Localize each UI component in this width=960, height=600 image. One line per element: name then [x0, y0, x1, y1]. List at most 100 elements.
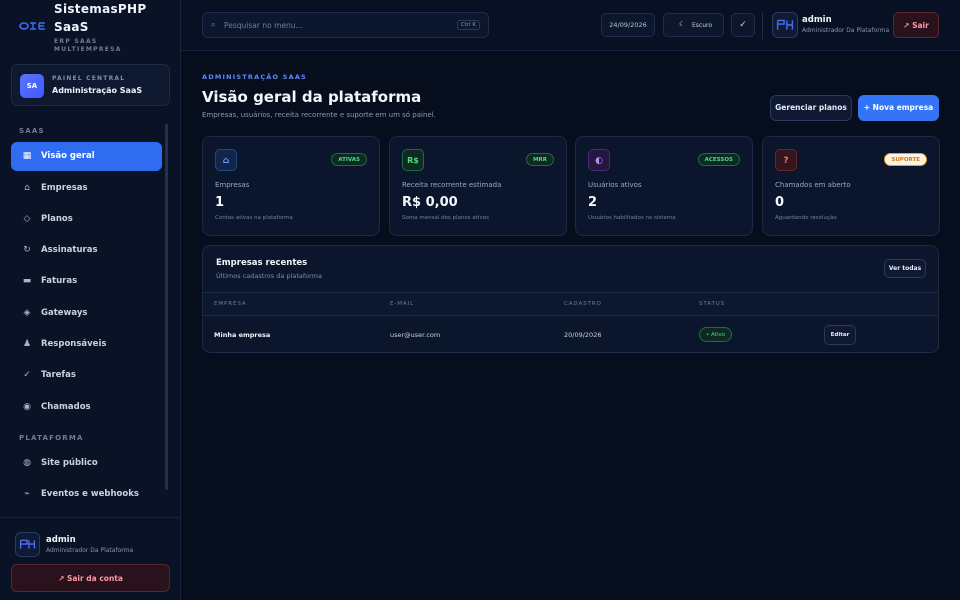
table-header: EMPRESA E-MAIL CADASTRO STATUS	[203, 292, 938, 316]
check-button[interactable]: ✓	[731, 13, 755, 37]
search-shortcut: Ctrl K	[456, 20, 480, 30]
nav-section-saas: SAAS	[19, 127, 45, 135]
manage-plans-button[interactable]: Gerenciar planos	[770, 95, 852, 121]
sidebar: SistemasPHP SaaS ERP SAAS MULTIEMPRESA S…	[0, 0, 181, 600]
sidebar-item-eventos-webhooks[interactable]: ⌁ Eventos e webhooks	[11, 480, 162, 509]
theme-toggle[interactable]: ☾ Escuro	[663, 13, 724, 37]
sidebar-user-name: admin	[46, 535, 76, 545]
sidebar-item-label: Gateways	[41, 308, 88, 318]
stat-label: Receita recorrente estimada	[402, 181, 502, 189]
search-icon: ⌕	[211, 20, 216, 29]
user-icon: ♟	[22, 339, 32, 349]
sidebar-nav: SAAS ▦ Visão geral ⌂ Empresas ◇ Planos ↻…	[0, 112, 181, 517]
company-name: Minha empresa	[214, 331, 271, 339]
status-badge: ATIVAS	[331, 153, 367, 166]
search-input[interactable]: ⌕ Pesquisar no menu... Ctrl K	[202, 12, 489, 38]
user-name: admin	[802, 15, 832, 25]
sidebar-item-label: Visão geral	[41, 151, 95, 161]
brand-title: SistemasPHP SaaS	[54, 2, 147, 34]
sidebar-item-label: Planos	[41, 214, 73, 224]
sidebar-item-label: Tarefas	[41, 370, 76, 380]
user-role: Administrador Da Plataforma	[802, 27, 890, 34]
logout-button-label: ↗ Sair da conta	[58, 574, 123, 583]
stat-card-mrr: R$ MRR Receita recorrente estimada R$ 0,…	[389, 136, 567, 236]
stat-value: 1	[215, 195, 225, 210]
sidebar-item-assinaturas[interactable]: ↻ Assinaturas	[11, 236, 162, 265]
avatar	[15, 532, 40, 557]
divider	[762, 12, 763, 39]
column-header[interactable]: CADASTRO	[564, 301, 602, 307]
status-badge: MRR	[526, 153, 554, 166]
sidebar-item-label: Chamados	[41, 402, 91, 412]
sidebar-item-planos[interactable]: ◇ Planos	[11, 205, 162, 234]
sidebar-user-role: Administrador Da Plataforma	[46, 547, 134, 554]
sidebar-item-tarefas[interactable]: ✓ Tarefas	[11, 361, 162, 390]
grid-icon: ▦	[22, 151, 32, 161]
sidebar-item-site-publico[interactable]: ◍ Site público	[11, 449, 162, 478]
globe-icon: ◍	[23, 458, 31, 468]
sidebar-item-faturas[interactable]: ▬ Faturas	[11, 267, 162, 296]
stat-label: Chamados em aberto	[775, 181, 851, 189]
sidebar-item-label: Eventos e webhooks	[41, 489, 139, 499]
status-badge: SUPORTE	[884, 153, 927, 166]
exit-button-label: ↗ Sair	[903, 21, 929, 30]
panel-avatar: SA	[20, 74, 44, 98]
building-icon: ⌂	[215, 149, 237, 171]
stat-hint: Contas ativas na plataforma	[215, 215, 293, 221]
stat-hint: Usuários habilitados no sistema	[588, 215, 676, 221]
view-all-button[interactable]: Ver todas	[884, 259, 926, 278]
stat-value: 0	[775, 195, 785, 210]
brand[interactable]: SistemasPHP SaaS ERP SAAS MULTIEMPRESA	[0, 0, 181, 56]
users-icon: ◐	[588, 149, 610, 171]
nav-section-plataforma: PLATAFORMA	[19, 434, 84, 442]
page-eyebrow: ADMINISTRAÇÃO SAAS	[202, 73, 307, 81]
sidebar-item-gateways[interactable]: ◈ Gateways	[11, 299, 162, 328]
topbar: ⌕ Pesquisar no menu... Ctrl K 24/09/2026…	[181, 0, 960, 51]
stat-label: Usuários ativos	[588, 181, 642, 189]
help-icon: ?	[775, 149, 797, 171]
stat-value: R$ 0,00	[402, 195, 458, 210]
section-subtitle: Últimos cadastros da plataforma	[216, 272, 322, 280]
support-icon: ◉	[23, 402, 31, 412]
stat-hint: Soma mensal dos planos ativos	[402, 215, 489, 221]
gateway-icon: ◈	[23, 308, 31, 318]
new-company-button[interactable]: + Nova empresa	[858, 95, 939, 121]
sidebar-item-chamados[interactable]: ◉ Chamados	[11, 393, 162, 422]
page-title: Visão geral da plataforma	[202, 88, 422, 106]
panel-switcher[interactable]: SA PAINEL CENTRAL Administração SaaS	[11, 64, 170, 106]
sidebar-item-label: Responsáveis	[41, 339, 107, 349]
column-header[interactable]: E-MAIL	[390, 301, 414, 307]
sidebar-scrollbar[interactable]	[165, 124, 168, 490]
exit-button[interactable]: ↗ Sair	[893, 12, 939, 38]
stat-card-empresas: ⌂ ATIVAS Empresas 1 Contas ativas na pla…	[202, 136, 380, 236]
section-title: Empresas recentes	[216, 258, 308, 268]
main-content: ADMINISTRAÇÃO SAAS Visão geral da plataf…	[181, 51, 960, 600]
company-date: 20/09/2026	[564, 331, 602, 339]
stat-value: 2	[588, 195, 598, 210]
panel-caption: PAINEL CENTRAL	[52, 75, 126, 82]
sidebar-item-visao-geral[interactable]: ▦ Visão geral	[11, 142, 162, 171]
stat-card-chamados: ? SUPORTE Chamados em aberto 0 Aguardand…	[762, 136, 940, 236]
brand-subtitle: ERP SAAS MULTIEMPRESA	[54, 38, 122, 53]
sidebar-item-label: Empresas	[41, 183, 88, 193]
table-row: Minha empresa user@user.com 20/09/2026 •…	[203, 317, 938, 353]
edit-button[interactable]: Editar	[824, 325, 856, 345]
recent-companies-card: Empresas recentes Últimos cadastros da p…	[202, 245, 939, 353]
check-icon: ✓	[23, 370, 31, 380]
stat-hint: Aguardando resolução	[775, 215, 837, 221]
sidebar-user: admin Administrador Da Plataforma ↗ Sair…	[0, 517, 181, 600]
sidebar-item-label: Faturas	[41, 276, 78, 286]
search-placeholder: Pesquisar no menu...	[224, 21, 303, 30]
status-badge: ACESSOS	[697, 153, 740, 166]
sidebar-item-empresas[interactable]: ⌂ Empresas	[11, 174, 162, 203]
column-header[interactable]: EMPRESA	[214, 301, 247, 307]
logout-button[interactable]: ↗ Sair da conta	[11, 564, 170, 592]
column-header[interactable]: STATUS	[699, 301, 725, 307]
date-display[interactable]: 24/09/2026	[601, 13, 655, 37]
avatar[interactable]	[772, 12, 798, 38]
currency-icon: R$	[402, 149, 424, 171]
stat-label: Empresas	[215, 181, 250, 189]
webhook-icon: ⌁	[24, 489, 30, 499]
home-icon: ⌂	[24, 183, 30, 193]
sidebar-item-responsaveis[interactable]: ♟ Responsáveis	[11, 330, 162, 359]
